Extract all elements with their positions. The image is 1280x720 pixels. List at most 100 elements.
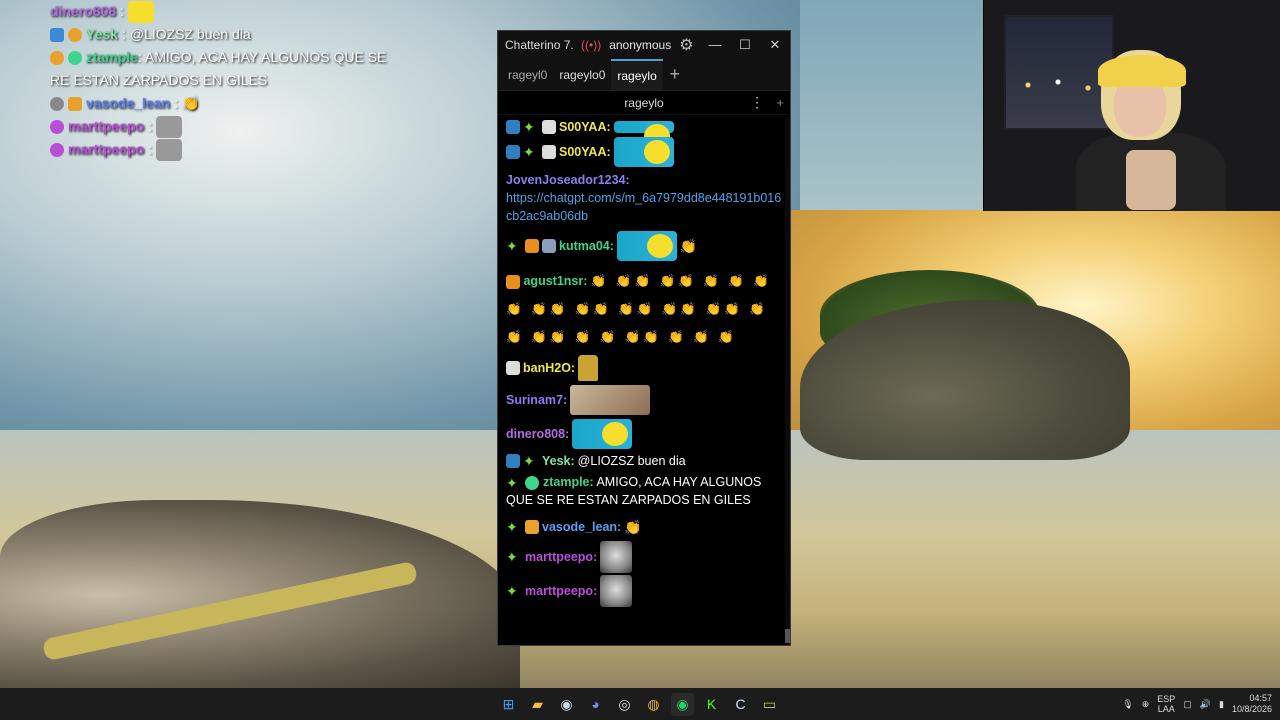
chat-messages[interactable]: ✦ S00YAA: ✦ S00YAA: JovenJoseador1234: h… (498, 117, 790, 645)
emote-icon (572, 419, 633, 449)
cat-emote-icon (600, 575, 633, 607)
badge-icon (50, 96, 64, 111)
tab-bar: rageyl0 rageylo0 rageylo + (498, 59, 790, 91)
discord-icon[interactable]: ◕ (584, 693, 607, 716)
overlay-line: vasode_lean: 👏 (50, 92, 390, 115)
clap-emote-icon: 👏 (624, 519, 642, 535)
badge-icon (506, 361, 520, 375)
tab-rageylo0[interactable]: rageylo0 (553, 59, 611, 90)
minimize-button[interactable]: — (700, 37, 730, 53)
clap-emote-icon: 👏 (679, 238, 698, 254)
tab-rageylo[interactable]: rageylo (611, 59, 663, 90)
badge-icon (50, 142, 64, 157)
overlay-username: dinero808 (50, 3, 117, 19)
sparkle-badge-icon: ✦ (523, 144, 535, 160)
chat-username[interactable]: ztample: (543, 475, 594, 489)
webcam-feed (983, 0, 1280, 211)
chat-username[interactable]: agust1nsr: (523, 274, 587, 288)
app-icon[interactable]: ▭ (758, 693, 781, 716)
chat-message: dinero808: (506, 419, 782, 449)
taskbar: ⊞ ▰ ◉ ◕ ◎ ◍ ◉ K C ▭ 🎙 ⊕ ESP LAA ▢ 🔊 ▮ 04… (0, 688, 1280, 720)
badge-icon (50, 27, 64, 42)
title-bar[interactable]: Chatterino 7. ((•)) anonymous ⚙ — ☐ ✕ (498, 31, 790, 59)
chat-message: agust1nsr: 👏 👏👏 👏👏 👏 👏 👏👏 👏👏 👏👏 👏👏 👏👏 👏👏… (506, 267, 782, 351)
badge-icon (50, 51, 64, 66)
sparkle-badge-icon: ✦ (506, 474, 518, 491)
chat-username[interactable]: banH2O: (523, 359, 575, 377)
broadcast-icon[interactable]: ((•)) (581, 38, 601, 52)
volume-icon[interactable]: 🔊 (1200, 699, 1211, 710)
account-switcher[interactable]: anonymous (609, 38, 671, 52)
obs-icon[interactable]: ◎ (613, 693, 636, 716)
channel-header: rageylo ⋮ + (498, 91, 790, 115)
display-icon[interactable]: ▢ (1183, 699, 1192, 710)
badge-icon (525, 475, 540, 490)
file-explorer-icon[interactable]: ▰ (526, 693, 549, 716)
emote-icon (613, 121, 674, 148)
spotify-icon[interactable]: ◉ (671, 692, 694, 716)
close-button[interactable]: ✕ (760, 37, 790, 53)
clock[interactable]: 04:57 10/8/2026 (1232, 693, 1272, 715)
overlay-username: Yesk (86, 26, 118, 42)
emote-icon (128, 0, 155, 23)
chat-username[interactable]: S00YAA: (559, 143, 611, 161)
stream-chat-overlay: dinero808: Yesk: @LIOZSZ buen dia ztampl… (50, 0, 390, 161)
cat-emote-icon (156, 138, 183, 161)
battery-icon[interactable]: ▮ (1219, 699, 1224, 710)
add-split-icon[interactable]: + (776, 95, 784, 110)
chat-scrollbar[interactable] (785, 117, 790, 645)
start-menu-icon[interactable]: ⊞ (497, 693, 520, 716)
badge-icon (68, 27, 82, 42)
microphone-icon[interactable]: 🎙 (1122, 699, 1133, 710)
face-emote-icon (570, 385, 651, 415)
chat-username[interactable]: Surinam7: (506, 391, 567, 409)
chat-username[interactable]: S00YAA: (559, 118, 611, 136)
chat-message: ✦ marttpeepo: (506, 541, 782, 573)
badge-icon (506, 145, 520, 159)
chat-message: ✦ S00YAA: (506, 137, 782, 167)
sparkle-badge-icon: ✦ (506, 583, 518, 599)
chat-username[interactable]: Yesk: (542, 452, 575, 470)
steam-icon[interactable]: ◉ (555, 693, 578, 716)
chat-message: ✦ marttpeepo: (506, 575, 782, 607)
channel-name[interactable]: rageylo (498, 96, 790, 110)
chat-username[interactable]: vasode_lean: (542, 518, 621, 536)
clap-emote-icon: 👏 (181, 95, 200, 111)
overlay-line: dinero808: (50, 0, 390, 23)
chrome-icon[interactable]: ◍ (642, 693, 665, 716)
chat-username[interactable]: kutma04: (559, 237, 614, 255)
emote-icon (616, 231, 677, 261)
overlay-line: marttpeepo: (50, 115, 390, 138)
chat-message: JovenJoseador1234: https://chatgpt.com/s… (506, 171, 782, 225)
chat-link[interactable]: https://chatgpt.com/s/m_6a7979dd8e448191… (506, 191, 781, 223)
badge-icon (542, 145, 556, 159)
tab-rageyl0[interactable]: rageyl0 (502, 59, 553, 90)
overlay-line: ztample: AMIGO, ACA HAY ALGUNOS QUE SE R… (50, 49, 387, 88)
chatterino-taskbar-icon[interactable]: C (729, 693, 752, 716)
overlay-line: marttpeepo: (50, 138, 390, 161)
overlay-username: ztample (85, 49, 138, 65)
badge-icon (525, 239, 539, 253)
chat-username[interactable]: JovenJoseador1234: (506, 173, 630, 187)
chat-username[interactable]: marttpeepo: (525, 582, 597, 600)
badge-icon (67, 51, 82, 66)
sparkle-badge-icon: ✦ (506, 519, 518, 535)
chat-username[interactable]: marttpeepo: (525, 548, 597, 566)
maximize-button[interactable]: ☐ (730, 37, 760, 53)
overlay-username: marttpeepo (68, 141, 145, 157)
badge-icon (525, 520, 539, 534)
badge-icon (50, 119, 64, 134)
chat-message: ✦ ztample: AMIGO, ACA HAY ALGUNOS QUE SE… (506, 473, 782, 509)
network-icon[interactable]: ⊕ (1142, 699, 1150, 710)
more-options-icon[interactable]: ⋮ (750, 94, 764, 111)
add-tab-button[interactable]: + (663, 59, 687, 90)
chat-message: banH2O: (506, 355, 782, 381)
chat-username[interactable]: dinero808: (506, 425, 569, 443)
chat-text: @LIOZSZ buen dia (577, 454, 686, 468)
overlay-username: vasode_lean (86, 95, 171, 111)
language-indicator[interactable]: ESP LAA (1157, 694, 1175, 714)
gear-icon[interactable]: ⚙ (679, 35, 693, 55)
chat-message: ✦ S00YAA: (506, 117, 782, 148)
cat-emote-icon (156, 115, 183, 138)
kick-icon[interactable]: K (700, 693, 723, 716)
